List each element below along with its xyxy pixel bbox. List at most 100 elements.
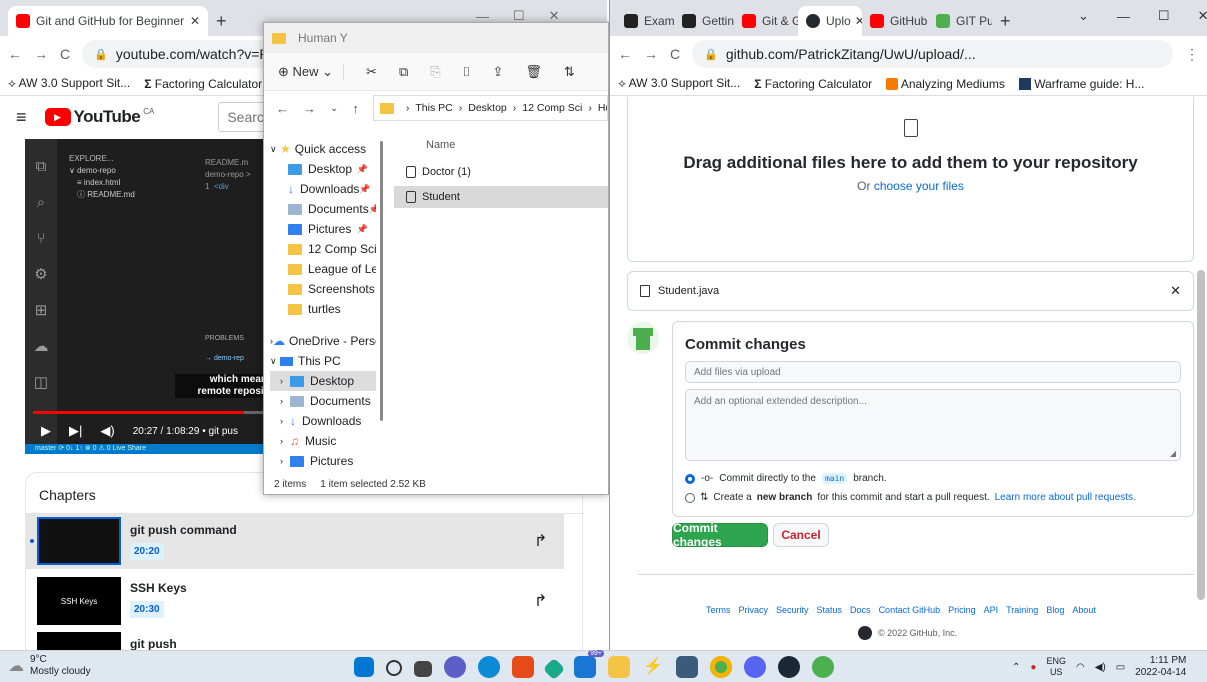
nav-item-pc-desktop[interactable]: › Desktop [270,371,376,391]
yt-tab-active[interactable]: Git and GitHub for Beginners - C ✕ [8,6,208,36]
sort-icon[interactable]: ⇅ [564,64,575,80]
column-header-name[interactable]: Name [426,139,455,151]
nav-item-desktop[interactable]: Desktop 📌 [270,159,376,179]
commit-summary-input[interactable]: Add files via upload [685,361,1181,383]
back-icon[interactable]: ← [276,101,289,116]
nav-item-screenshots[interactable]: Screenshots [270,279,376,299]
task-view-icon[interactable] [414,660,432,677]
search-icon[interactable] [386,660,402,676]
back-icon[interactable]: ← [8,46,22,62]
power-icon[interactable]: ⚡ [642,656,664,678]
volume-icon[interactable]: ◀) [100,423,114,439]
nav-item-documents[interactable]: Documents📌 [270,199,376,219]
bookmark-aw[interactable]: ⟡ AW 3.0 Support Sit... [618,76,740,91]
share-icon[interactable]: ↱ [534,591,547,611]
nav-item-pc-downloads[interactable]: › ↓ Downloads [270,411,376,431]
paste-icon[interactable]: ⎘ [430,64,440,80]
discord-icon[interactable] [744,656,766,678]
volume-icon[interactable]: ◀) [1095,662,1106,673]
remove-file-icon[interactable]: ✕ [1170,283,1181,299]
footer-link[interactable]: About [1072,605,1096,615]
bookmark-aw[interactable]: ⟡ AW 3.0 Support Sit... [8,76,130,91]
tab-github[interactable]: GitHub [862,6,928,36]
tab-git-push[interactable]: GIT Pus [928,6,992,36]
weather-widget[interactable]: ☁ 9°C Mostly cloudy [8,654,91,678]
page-scrollbar[interactable] [1197,270,1205,600]
edge-icon[interactable] [478,656,500,678]
cancel-button[interactable]: Cancel [773,523,829,547]
chat-icon[interactable] [444,656,466,678]
recent-icon[interactable]: ⌄ [330,103,338,114]
radio-unselected-icon[interactable] [685,492,695,503]
commit-description-input[interactable]: Add an optional extended description... … [685,389,1181,461]
radio-selected-icon[interactable] [685,473,695,484]
file-drop-zone[interactable]: Drag additional files here to add them t… [627,97,1194,262]
footer-link[interactable]: Status [817,605,843,615]
chevron-up-icon[interactable]: ⌃ [1012,662,1020,673]
app-icon[interactable] [542,657,566,680]
footer-link[interactable]: Privacy [739,605,769,615]
nav-item-this-pc[interactable]: ∨ This PC [270,351,376,371]
maximize-icon[interactable]: ☐ [513,8,525,24]
commit-new-branch-option[interactable]: ⇅ Create a new branch for this commit an… [685,492,1181,503]
nav-item-league[interactable]: League of Leger [270,259,376,279]
windows-start-icon[interactable] [354,657,374,677]
close-icon[interactable]: ✕ [549,8,560,24]
progress-bar[interactable] [33,411,267,414]
tab-upload[interactable]: Uplo✕ [798,6,862,36]
tab-example[interactable]: Example [616,6,674,36]
cut-icon[interactable]: ✂ [366,64,377,80]
chapter-item[interactable]: git push [26,632,564,650]
calculator-icon[interactable] [676,656,698,678]
file-row[interactable]: Doctor (1) [394,161,608,183]
chapter-time[interactable]: 20:30 [130,601,164,618]
footer-link[interactable]: Docs [850,605,871,615]
delete-icon[interactable]: 🗑 [525,64,542,80]
gh-omnibox[interactable]: 🔒 github.com/PatrickZitang/UwU/upload/... [692,40,1173,68]
close-icon[interactable]: ✕ [190,14,200,28]
minimize-icon[interactable]: — [1117,9,1130,24]
footer-link[interactable]: Terms [706,605,731,615]
explorer-breadcrumb[interactable]: ›This PC›Desktop›12 Comp Sci›Human [372,95,608,121]
nav-item-comp-sci[interactable]: 12 Comp Sci [270,239,376,259]
footer-link[interactable]: Training [1006,605,1038,615]
next-icon[interactable]: ▶| [69,423,82,439]
nav-item-pc-pictures[interactable]: › Pictures [270,451,376,471]
clock[interactable]: 1:11 PM 2022-04-14 [1135,655,1186,679]
new-button[interactable]: ⊕ New ⌄ [278,63,345,80]
steam-icon[interactable] [778,656,800,678]
office-icon[interactable] [512,656,534,678]
quick-access-item[interactable]: ∨ ★ Quick access [270,139,376,159]
forward-icon[interactable]: → [34,46,48,62]
language-indicator[interactable]: ENG US [1046,656,1066,678]
bookmark-factoring[interactable]: Σ Factoring Calculator [754,77,872,91]
close-icon[interactable]: ✕ [1198,8,1207,24]
youtube-logo[interactable]: ▶ YouTube CA [44,107,154,127]
nav-item-onedrive[interactable]: ›☁OneDrive - Person [270,331,376,351]
bookmark-factoring[interactable]: Σ Factoring Calculator [144,77,262,91]
new-tab-button[interactable]: + [992,6,1019,36]
footer-link[interactable]: Security [776,605,809,615]
tab-git[interactable]: Git & G [734,6,798,36]
commit-direct-option[interactable]: -o- Commit directly to the main branch. [685,473,1181,484]
forward-icon[interactable]: → [303,101,316,116]
wifi-icon[interactable]: ◠ [1076,662,1085,673]
chapter-item[interactable]: SSH Keys SSH Keys 20:30 ↱ [26,573,564,629]
footer-link[interactable]: Contact GitHub [879,605,941,615]
new-tab-button[interactable]: + [208,6,235,36]
reload-icon[interactable]: C [60,46,70,62]
minimize-icon[interactable]: — [476,9,489,24]
footer-link[interactable]: Pricing [948,605,976,615]
nav-item-downloads[interactable]: ↓ Downloads 📌 [270,179,376,199]
battery-icon[interactable]: ▭ [1116,662,1125,673]
chevron-down-icon[interactable]: ⌄ [1078,8,1089,24]
file-explorer-icon[interactable] [608,656,630,678]
video-player[interactable]: ⧉ ⌕ ⑂ ⚙ ⊞ ☁ ◫ EXPLORE... ∨ demo-repo ≡ i… [25,139,267,454]
app2-icon[interactable] [812,656,834,678]
rename-icon[interactable]: ⌷ [463,64,471,80]
back-icon[interactable]: ← [618,46,632,62]
mail-icon[interactable]: 99+ [574,650,604,678]
chapter-item[interactable]: git push command 20:20 ↱ [26,513,564,569]
up-icon[interactable]: ↑ [352,101,359,116]
nav-item-pc-music[interactable]: › ♫ Music [270,431,376,451]
